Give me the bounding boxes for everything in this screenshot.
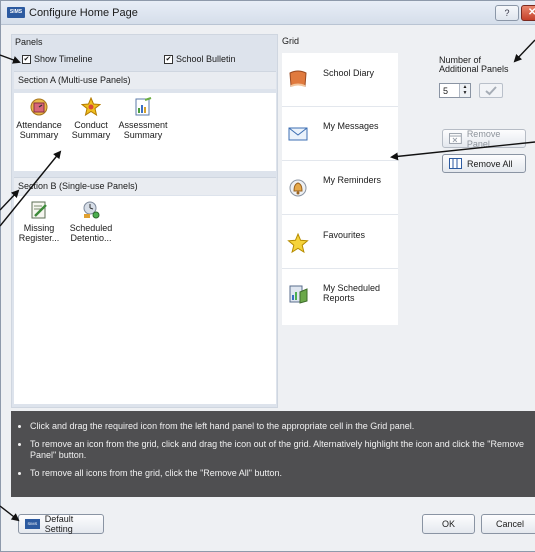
section-a-title: Section A (Multi-use Panels) — [18, 75, 131, 85]
cancel-label: Cancel — [495, 519, 524, 529]
grid-cell-my-scheduled-reports[interactable]: My Scheduled Reports — [282, 269, 398, 323]
section-b-body: Missing Register... Scheduled Detentio..… — [14, 196, 276, 404]
remove-panel-icon — [449, 133, 462, 144]
remove-all-label: Remove All — [467, 158, 513, 169]
remove-panel-label: Remove Panel — [466, 128, 501, 149]
section-b-header: Section B (Single-use Panels) — [14, 177, 276, 195]
panel-item-label: Missing — [23, 223, 55, 233]
document-chart-icon — [135, 97, 152, 116]
grid-cell-label: School Diary — [323, 68, 375, 78]
instruction-item: Click and drag the required icon from th… — [30, 421, 533, 432]
grid-cell-label: My Messages — [323, 121, 379, 131]
title-bar[interactable]: SIMS Configure Home Page ? ✕ — [1, 1, 535, 25]
checkbox-check-icon: ✔ — [164, 54, 173, 64]
window-title: Configure Home Page — [29, 7, 138, 19]
cancel-button[interactable]: Cancel — [481, 514, 535, 534]
grid-cell-label: My Reminders — [323, 175, 382, 185]
checkmark-icon — [485, 86, 497, 96]
number-of-panels-value: 5 — [443, 86, 449, 96]
section-a-body: Attendance Summary Conduct Summary Asses… — [14, 93, 276, 171]
star-icon — [287, 232, 309, 254]
panels-label: Panels — [15, 37, 43, 47]
panel-item-attendance-summary[interactable]: Attendance Summary — [14, 97, 64, 140]
default-setting-label: Default Setting — [44, 514, 74, 534]
remove-all-button[interactable]: Remove All — [442, 154, 526, 173]
panel-item-scheduled-detentions[interactable]: Scheduled Detentio... — [66, 200, 116, 243]
panel-item-label: Summary — [123, 130, 163, 140]
panel-item-label: Summary — [71, 130, 111, 140]
grid-label: Grid — [282, 36, 300, 46]
remove-panel-button[interactable]: Remove Panel — [442, 128, 526, 149]
configure-home-page-dialog: SIMS Configure Home Page ? ✕ Panels ✔ Sh… — [0, 0, 535, 552]
instructions-box: Click and drag the required icon from th… — [11, 411, 535, 497]
ok-label: OK — [441, 519, 455, 529]
diary-book-icon — [289, 70, 307, 87]
grid-panel: School Diary My Messages My Reminders Fa… — [282, 53, 398, 325]
envelope-icon — [288, 127, 308, 141]
checkbox-check-icon: ✔ — [22, 54, 31, 64]
number-of-panels-label: Number of Additional Panels — [439, 56, 509, 74]
section-a-header: Section A (Multi-use Panels) — [14, 71, 276, 89]
apply-number-button[interactable] — [479, 83, 503, 98]
panel-item-assessment-summary[interactable]: Assessment Summary — [118, 97, 168, 140]
grid-cell-my-reminders[interactable]: My Reminders — [282, 161, 398, 215]
default-setting-button[interactable]: SIMS Default Setting — [18, 514, 104, 534]
number-label-line2: Additional Panels — [439, 64, 509, 74]
remove-all-icon — [449, 158, 462, 169]
clock-calendar-icon — [30, 98, 48, 116]
instruction-item: To remove all icons from the grid, click… — [30, 468, 533, 479]
ok-button[interactable]: OK — [422, 514, 475, 534]
panel-item-conduct-summary[interactable]: Conduct Summary — [66, 97, 116, 140]
instruction-item: To remove an icon from the grid, click a… — [30, 439, 533, 461]
grid-cell-label: Reports — [323, 293, 355, 303]
show-timeline-label: Show Timeline — [34, 54, 93, 64]
help-button[interactable]: ? — [495, 5, 519, 21]
register-pencil-icon — [31, 201, 47, 219]
report-chart-icon — [289, 285, 308, 304]
panel-item-label: Summary — [19, 130, 59, 140]
school-bulletin-label: School Bulletin — [176, 54, 236, 64]
grid-cell-favourites[interactable]: Favourites — [282, 215, 398, 269]
panel-item-label: Attendance — [16, 120, 62, 130]
section-b-title: Section B (Single-use Panels) — [18, 181, 138, 191]
panel-item-missing-register[interactable]: Missing Register... — [14, 200, 64, 243]
show-timeline-checkbox[interactable]: ✔ Show Timeline — [22, 54, 93, 64]
panel-item-label: Scheduled — [69, 223, 113, 233]
close-button[interactable]: ✕ — [521, 5, 535, 21]
number-of-panels-spinner[interactable]: 5 ▲ ▼ — [439, 83, 471, 98]
panel-item-label: Detentio... — [70, 233, 112, 243]
star-award-icon — [81, 97, 101, 117]
panel-item-label: Register... — [18, 233, 60, 243]
grid-cell-school-diary[interactable]: School Diary — [282, 53, 398, 107]
grid-cell-label: My Scheduled — [323, 283, 381, 293]
grid-cell-label: Favourites — [323, 230, 366, 240]
spinner-arrows[interactable]: ▲ ▼ — [459, 84, 470, 97]
grid-cell-my-messages[interactable]: My Messages — [282, 107, 398, 161]
sims-app-icon: SIMS — [7, 7, 25, 18]
spin-down-icon[interactable]: ▼ — [460, 90, 470, 96]
school-bulletin-checkbox[interactable]: ✔ School Bulletin — [164, 54, 236, 64]
scheduled-detention-icon — [83, 201, 100, 219]
reminder-bell-icon — [289, 179, 307, 197]
panel-item-label: Assessment — [118, 120, 168, 130]
instructions-list: Click and drag the required icon from th… — [19, 421, 533, 479]
panel-item-label: Conduct — [74, 120, 108, 130]
sims-logo-icon: SIMS — [25, 519, 40, 529]
panels-area: Panels ✔ Show Timeline ✔ School Bulletin… — [11, 34, 278, 408]
